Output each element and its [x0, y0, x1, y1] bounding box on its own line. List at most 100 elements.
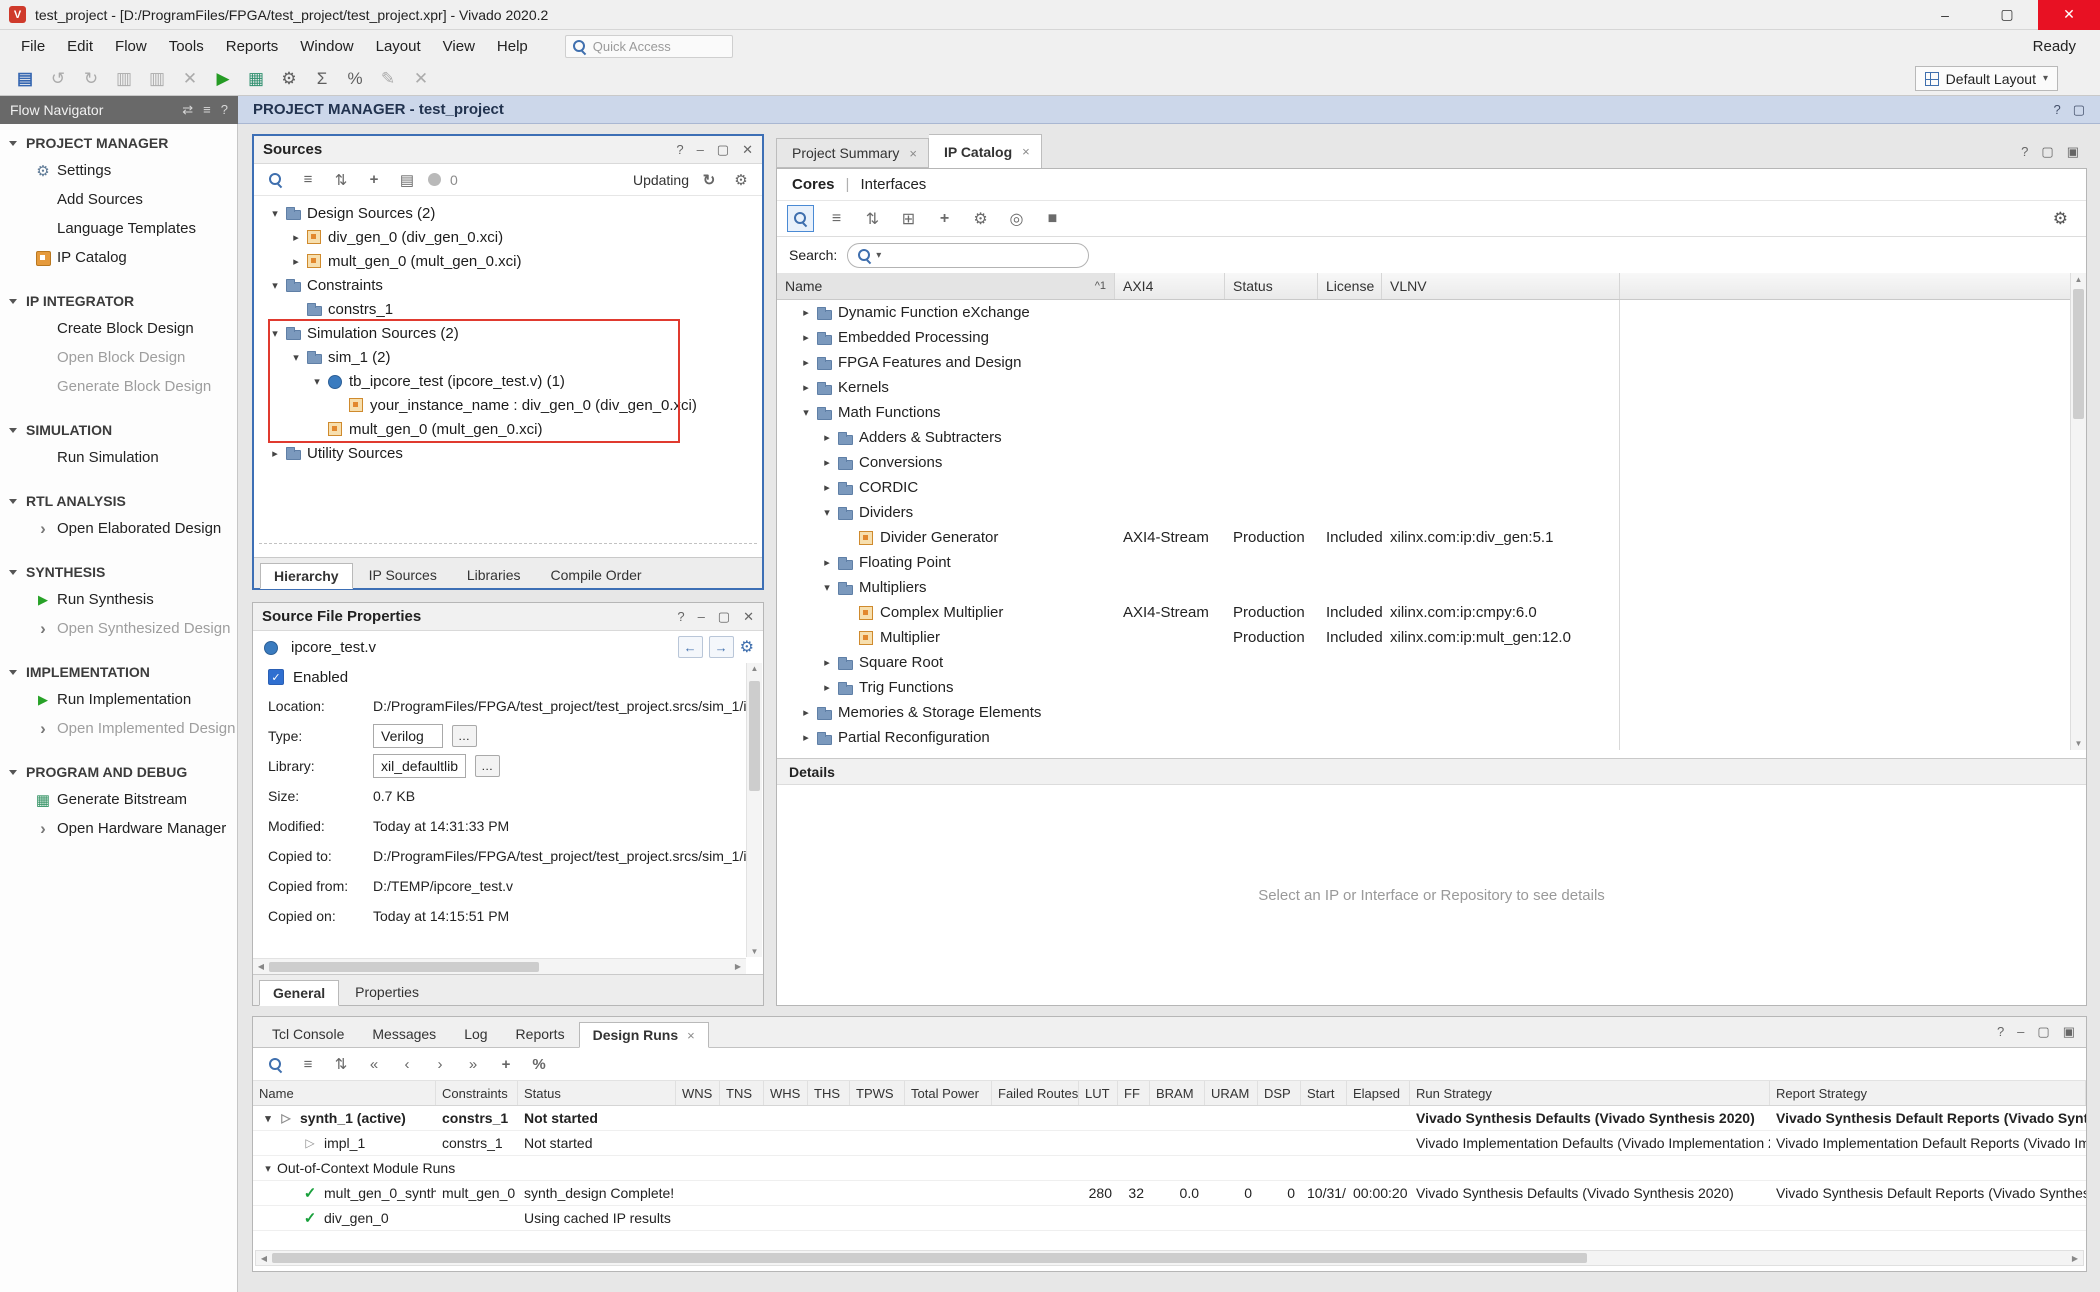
browse-button[interactable]: … [452, 725, 477, 747]
section-chevron-icon[interactable] [9, 299, 17, 304]
column-header[interactable]: Start [1301, 1081, 1347, 1105]
flow-navigator-row[interactable]: Settings [0, 156, 237, 185]
expander-icon[interactable] [266, 279, 284, 292]
expander-icon[interactable] [818, 506, 836, 519]
forward-icon[interactable]: → [709, 636, 734, 658]
next-run-icon[interactable]: › [428, 1052, 452, 1076]
expander-icon[interactable] [818, 581, 836, 594]
menu-item[interactable]: Layout [365, 33, 432, 59]
scrollbar-thumb[interactable] [269, 962, 539, 972]
flow-navigator-row[interactable]: IMPLEMENTATION [0, 659, 237, 685]
column-header[interactable]: Total Power [905, 1081, 992, 1105]
section-chevron-icon[interactable] [9, 770, 17, 775]
section-chevron-icon[interactable] [9, 670, 17, 675]
column-header[interactable]: TNS [720, 1081, 764, 1105]
prev-run-icon[interactable]: ‹ [395, 1052, 419, 1076]
ip-catalog-row[interactable]: Math Functions [777, 400, 2086, 425]
design-run-row[interactable]: mult_gen_0_synth_1 mult_gen_0 synth_desi… [253, 1181, 2086, 1206]
horizontal-scrollbar[interactable]: ◀ ▶ [255, 1250, 2084, 1266]
design-run-row[interactable]: Out-of-Context Module Runs [253, 1156, 2086, 1181]
bottom-panel-tab[interactable]: Messages [358, 1021, 450, 1047]
column-header[interactable]: WNS [676, 1081, 720, 1105]
menu-item[interactable]: Tools [158, 33, 215, 59]
section-chevron-icon[interactable] [9, 499, 17, 504]
expander-icon[interactable] [266, 447, 284, 460]
menu-item[interactable]: View [432, 33, 486, 59]
reorder-icon[interactable]: + [931, 205, 958, 232]
expander-icon[interactable] [287, 351, 305, 364]
tab-interfaces[interactable]: Interfaces [860, 176, 926, 193]
ip-catalog-row[interactable]: Complex Multiplier AXI4-Stream Productio… [777, 600, 2086, 625]
close-icon[interactable]: ✕ [742, 142, 753, 158]
create-run-icon[interactable]: + [494, 1052, 518, 1076]
flow-navigator-row[interactable]: Language Templates [0, 214, 237, 243]
back-icon[interactable]: ← [678, 636, 703, 658]
bottom-panel-tab[interactable]: Tcl Console [258, 1021, 358, 1047]
customize-icon[interactable]: ⚙ [967, 205, 994, 232]
expander-icon[interactable] [287, 231, 305, 244]
ip-catalog-row[interactable]: Multipliers [777, 575, 2086, 600]
ip-catalog-row[interactable]: Memories & Storage Elements [777, 700, 2086, 725]
menu-item[interactable]: Reports [215, 33, 290, 59]
sources-tree-row[interactable]: constrs_1 [254, 297, 762, 321]
flow-navigator-row[interactable]: Run Synthesis [0, 585, 237, 614]
expander-icon[interactable] [797, 356, 815, 369]
flow-navigator-row[interactable]: RTL ANALYSIS [0, 488, 237, 514]
expander-icon[interactable] [797, 731, 815, 744]
scroll-right-icon[interactable]: ▶ [2067, 1254, 2083, 1263]
undo-icon[interactable]: ↺ [45, 66, 71, 92]
quick-access-search[interactable]: Quick Access [565, 35, 733, 58]
column-header[interactable]: Status [518, 1081, 676, 1105]
tab-cores[interactable]: Cores [792, 176, 835, 193]
program-icon[interactable]: ▦ [243, 66, 269, 92]
scroll-down-icon[interactable]: ▼ [2071, 739, 2086, 748]
ip-catalog-row[interactable]: Divider Generator AXI4-Stream Production… [777, 525, 2086, 550]
sources-view-tab[interactable]: IP Sources [355, 562, 451, 588]
float-icon[interactable]: ▢ [2041, 144, 2053, 160]
scroll-down-icon[interactable]: ▼ [747, 947, 762, 956]
delete-icon[interactable]: ✕ [177, 66, 203, 92]
enabled-checkbox[interactable] [268, 669, 284, 685]
copy-icon[interactable]: ▥ [111, 66, 137, 92]
property-input[interactable]: Verilog [373, 724, 443, 748]
splitter-handle[interactable] [259, 543, 757, 544]
column-header[interactable]: License [1318, 273, 1382, 299]
sources-tree-row[interactable]: div_gen_0 (div_gen_0.xci) [254, 225, 762, 249]
close-button[interactable]: ✕ [2038, 0, 2100, 30]
collapse-all-icon[interactable]: ≡ [823, 205, 850, 232]
layout-selector[interactable]: Default Layout ▾ [1915, 66, 2058, 91]
help-icon[interactable]: ? [1997, 1024, 2004, 1040]
flow-navigator-row[interactable]: Run Implementation [0, 685, 237, 714]
ip-catalog-row[interactable]: Conversions [777, 450, 2086, 475]
column-header[interactable]: Report Strategy [1770, 1081, 2086, 1105]
flow-navigator-row[interactable]: IP Catalog [0, 243, 237, 272]
sources-tree-row[interactable]: Utility Sources [254, 441, 762, 465]
properties-icon[interactable]: ◎ [1003, 205, 1030, 232]
design-run-row[interactable]: impl_1 constrs_1 Not started Vivado Impl… [253, 1131, 2086, 1156]
flow-navigator-row[interactable]: Open Implemented Design [0, 714, 237, 743]
expander-icon[interactable] [266, 327, 284, 340]
section-chevron-icon[interactable] [9, 570, 17, 575]
ip-catalog-row[interactable]: CORDIC [777, 475, 2086, 500]
expander-icon[interactable] [818, 681, 836, 694]
menu-item[interactable]: File [10, 33, 56, 59]
flow-navigator-row[interactable]: Create Block Design [0, 314, 237, 343]
expander-icon[interactable] [266, 207, 284, 220]
column-header[interactable]: Run Strategy [1410, 1081, 1770, 1105]
view-icon[interactable]: ■ [1039, 205, 1066, 232]
sources-tree-row[interactable]: mult_gen_0 (mult_gen_0.xci) [254, 249, 762, 273]
ip-catalog-row[interactable]: Multiplier Production Included xilinx.co… [777, 625, 2086, 650]
column-header[interactable]: Name ^1 [777, 273, 1115, 299]
column-header[interactable] [1620, 273, 2086, 299]
flow-navigator-row[interactable]: Run Simulation [0, 443, 237, 472]
horizontal-scrollbar[interactable]: ◀ ▶ [253, 958, 746, 974]
collapse-all-icon[interactable]: ≡ [296, 1052, 320, 1076]
ip-catalog-row[interactable]: Floating Point [777, 550, 2086, 575]
paste-icon[interactable]: ▥ [144, 66, 170, 92]
expander-icon[interactable] [818, 556, 836, 569]
expander-icon[interactable] [259, 1162, 277, 1175]
design-run-row[interactable]: synth_1 (active) constrs_1 Not started V… [253, 1106, 2086, 1131]
expander-icon[interactable] [797, 306, 815, 319]
help-icon[interactable]: ? [221, 102, 228, 118]
column-header[interactable]: LUT [1079, 1081, 1118, 1105]
